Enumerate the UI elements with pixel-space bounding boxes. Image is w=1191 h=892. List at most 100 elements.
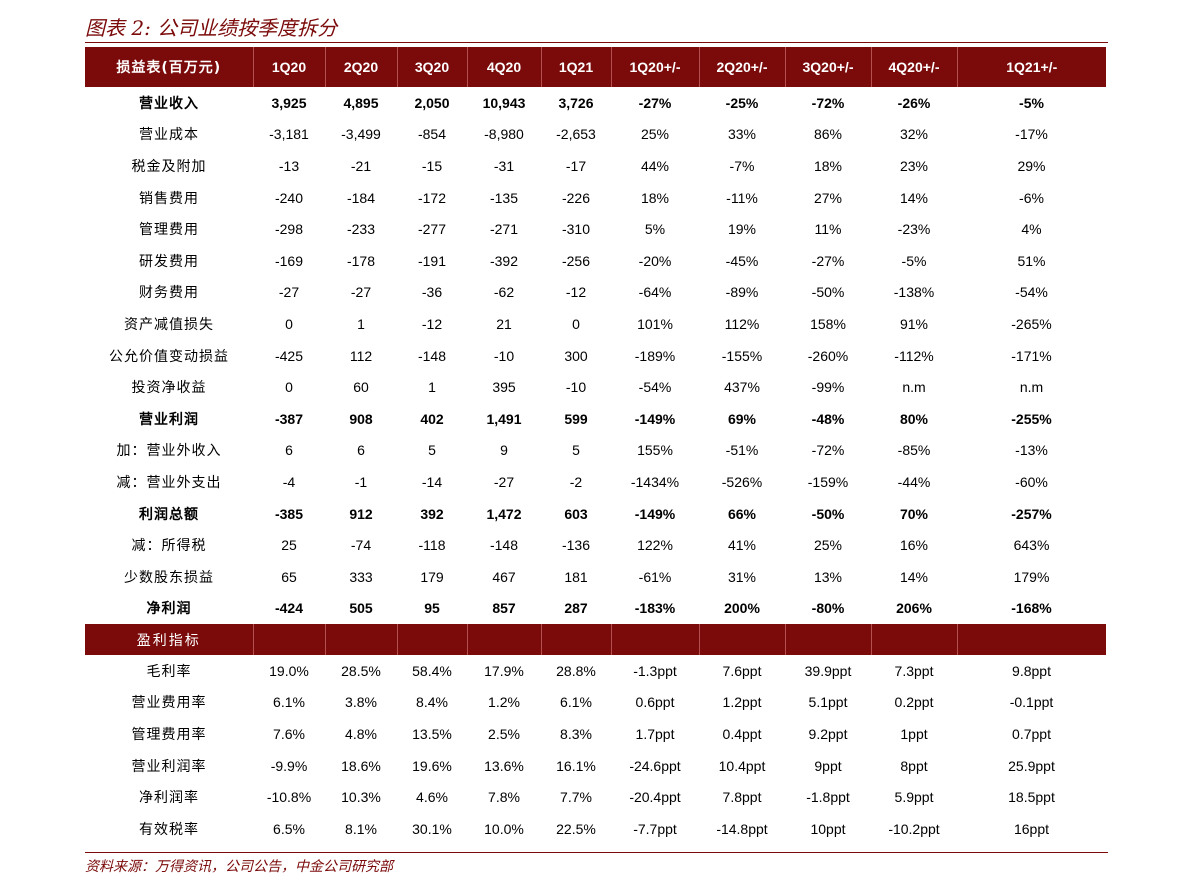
row-label: 公允价值变动损益 <box>109 348 229 365</box>
table-cell: -14 <box>421 473 443 490</box>
table-cell: -148 <box>417 347 447 364</box>
table-cell: 122% <box>637 537 673 554</box>
table-cell: -178 <box>346 252 376 269</box>
table-row: 投资净收益 0 60 1 395 -10 -54% 437% -99% n.m n.m <box>85 371 1106 403</box>
table-cell: 206% <box>896 600 932 617</box>
table-cell: 5.9ppt <box>894 789 934 806</box>
table-cell: 181 <box>564 568 588 585</box>
table-cell: 70% <box>899 505 929 522</box>
table-cell: 13.5% <box>412 726 452 743</box>
table-cell: -48% <box>811 410 845 427</box>
row-label: 有效税率 <box>139 821 199 838</box>
row-label: 管理费用率 <box>131 727 207 744</box>
table-cell: -184 <box>346 189 376 206</box>
table-cell: -12 <box>421 315 443 332</box>
section-header-cell <box>466 624 541 656</box>
table-cell: 1.2ppt <box>722 694 762 711</box>
table-row: 资产减值损失 0 1 -12 21 0 101% 112% 158% 91% -265% <box>85 308 1106 340</box>
table-cell: -99% <box>811 379 845 396</box>
table-cell: 7.7% <box>560 789 592 806</box>
table-cell: -149% <box>634 410 676 427</box>
table-cell: -4 <box>282 473 296 490</box>
table-cell: -10 <box>493 347 515 364</box>
table-cell: -27% <box>811 252 845 269</box>
row-label: 营业成本 <box>139 127 199 144</box>
table-row: 营业成本 -3,181 -3,499 -854 -8,980 -2,653 25% 33% 86… <box>85 119 1106 151</box>
table-cell: -168% <box>1011 600 1052 617</box>
table-cell: 392 <box>420 505 444 522</box>
table-cell: 5.1ppt <box>808 694 848 711</box>
table-cell: -10.8% <box>266 789 312 806</box>
table-cell: -80% <box>811 600 845 617</box>
row-label: 利润总额 <box>139 506 199 523</box>
table-cell: -5% <box>1019 94 1044 111</box>
table-row: 有效税率 6.5% 8.1% 30.1% 10.0% 22.5% -7.7ppt -14.8p… <box>85 813 1106 845</box>
table-cell: 11% <box>814 221 842 238</box>
table-cell: -265% <box>1011 315 1052 332</box>
table-cell: 0 <box>285 315 293 332</box>
table-cell: 19% <box>727 221 757 238</box>
table-cell: -2 <box>569 473 583 490</box>
table-cell: -10 <box>565 379 587 396</box>
table-cell: -89% <box>725 284 759 301</box>
table-cell: -189% <box>634 347 676 364</box>
table-cell: 7.6ppt <box>722 662 762 679</box>
table-cell: 9 <box>500 442 508 459</box>
section-header-cell <box>784 624 871 656</box>
table-cell: 9.2ppt <box>808 726 848 743</box>
table-cell: 5 <box>572 442 580 459</box>
table-cell: 16ppt <box>1013 820 1050 837</box>
table-cell: -50% <box>811 284 845 301</box>
table-cell: 30.1% <box>412 820 452 837</box>
table-cell: -61% <box>638 568 672 585</box>
table-cell: 1 <box>357 315 365 332</box>
table-cell: -233 <box>346 221 376 238</box>
table-cell: -226 <box>561 189 591 206</box>
table-cell: -45% <box>725 252 759 269</box>
table-cell: -36 <box>421 284 443 301</box>
row-label: 减：所得税 <box>131 538 207 555</box>
table-cell: 22.5% <box>556 820 596 837</box>
table-row: 营业费用率 6.1% 3.8% 8.4% 1.2% 6.1% 0.6ppt 1.2ppt 5.1… <box>85 687 1106 719</box>
table-cell: -169 <box>274 252 304 269</box>
table-row: 减：营业外支出 -4 -1 -14 -27 -2 -1434% -526% -159% -44% -… <box>85 466 1106 498</box>
table-cell: 3Q20 <box>396 47 467 87</box>
table-cell: 505 <box>349 600 373 617</box>
table-cell: -20.4ppt <box>629 789 681 806</box>
table-cell: -60% <box>1015 473 1048 490</box>
table-cell: 3.8% <box>345 694 377 711</box>
table-cell: 1.7ppt <box>635 726 675 743</box>
table-cell: -183% <box>634 600 676 617</box>
table-cell: 6.1% <box>560 694 592 711</box>
row-label: 营业利润率 <box>131 758 207 775</box>
table-cell: 112% <box>724 315 760 332</box>
table-cell: -6% <box>1019 189 1044 206</box>
table-cell: 287 <box>564 600 588 617</box>
table-row: 少数股东损益 65 333 179 467 181 -61% 31% 13% 14% 179% <box>85 561 1106 593</box>
table-cell: 908 <box>349 410 373 427</box>
table-row: 财务费用 -27 -27 -36 -62 -12 -64% -89% -50% -138% -54% <box>85 277 1106 309</box>
table-cell: -20% <box>638 252 672 269</box>
table-cell: 66% <box>727 505 757 522</box>
table-cell: -31 <box>493 157 515 174</box>
table-cell: 437% <box>724 379 760 396</box>
table-cell: -72% <box>811 442 845 459</box>
table-cell: 25% <box>813 537 843 554</box>
table-cell: 3,925 <box>271 94 307 111</box>
table-cell: -17% <box>1015 126 1048 143</box>
table-cell: 27% <box>813 189 843 206</box>
table-cell: -424 <box>274 600 304 617</box>
table-cell: -64% <box>638 284 672 301</box>
section-label: 盈利指标 <box>85 624 253 656</box>
table-row: 加：营业外收入 6 6 5 9 5 155% -51% -72% -85% -13% <box>85 435 1106 467</box>
table-cell: -526% <box>721 473 763 490</box>
table-cell: -159% <box>807 473 849 490</box>
table-cell: 58.4% <box>412 662 452 679</box>
section-header-cell <box>698 624 785 656</box>
row-label: 研发费用 <box>139 253 199 270</box>
section-header-row: 盈利指标 <box>85 624 1106 656</box>
table-cell: 16% <box>899 537 929 554</box>
table-cell: 10,943 <box>482 94 526 111</box>
table-cell: -15 <box>421 157 443 174</box>
table-cell: -44% <box>897 473 931 490</box>
